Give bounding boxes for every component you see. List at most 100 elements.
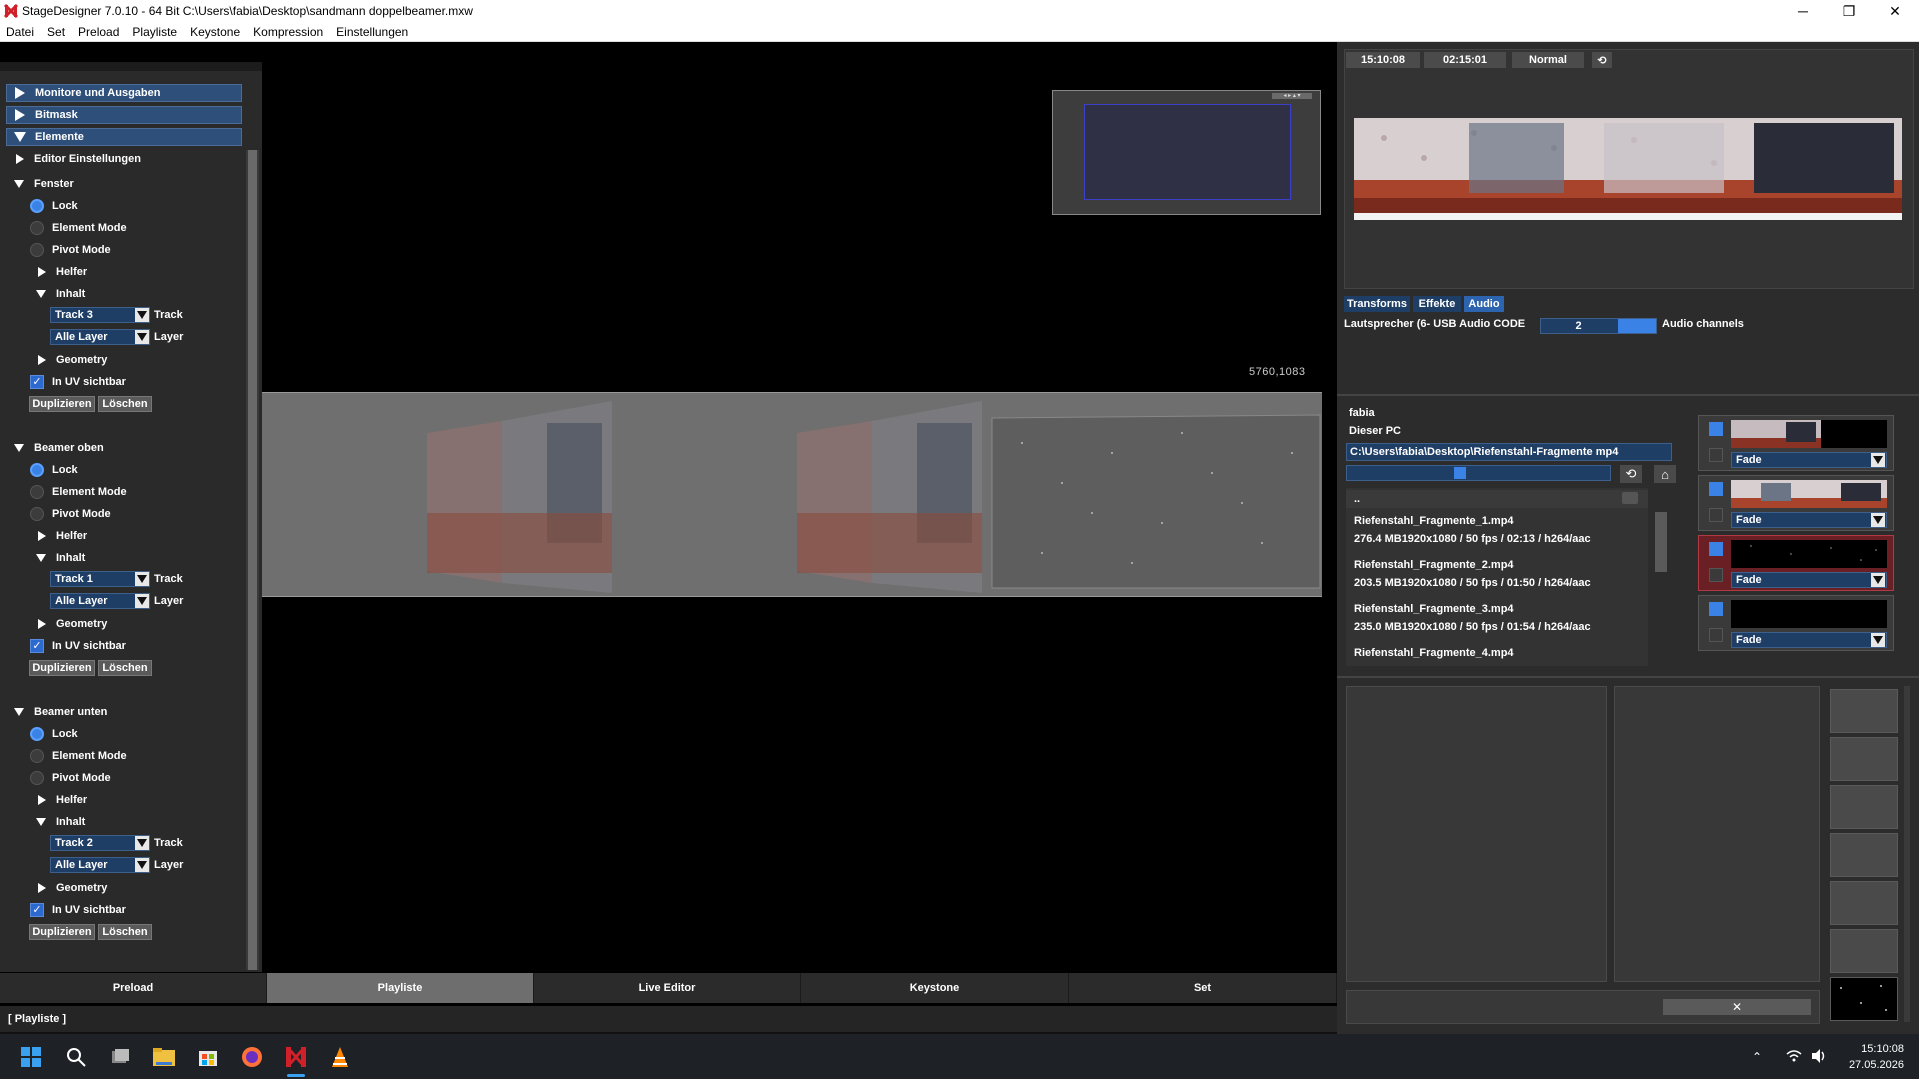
viewport-minimap[interactable]: ◂ ▸ ▴ ▾ <box>1052 90 1321 215</box>
layer-select[interactable]: Alle Layer <box>50 593 150 609</box>
slot-loop-checkbox[interactable] <box>1709 628 1723 642</box>
cue-button[interactable] <box>1830 737 1898 781</box>
clip-slot-selected[interactable]: Fade <box>1698 535 1894 591</box>
menu-kompression[interactable]: Kompression <box>253 25 323 39</box>
lock-radio[interactable]: Lock <box>30 725 78 743</box>
slot-active-checkbox[interactable] <box>1709 422 1723 436</box>
slot-loop-checkbox[interactable] <box>1709 568 1723 582</box>
vlc-icon[interactable] <box>327 1044 353 1070</box>
store-icon[interactable] <box>195 1044 221 1070</box>
helfer-toggle[interactable]: Helfer <box>36 527 87 545</box>
tab-live-editor[interactable]: Live Editor <box>534 973 801 1003</box>
delete-button[interactable]: Löschen <box>98 660 152 676</box>
menu-playliste[interactable]: Playliste <box>132 25 177 39</box>
clear-button[interactable]: ✕ <box>1663 999 1811 1015</box>
list-item[interactable]: Riefenstahl_Fragmente_3.mp4 235.0 MB1920… <box>1346 601 1648 643</box>
layer-select[interactable]: Alle Layer <box>50 857 150 873</box>
home-icon[interactable]: ⌂ <box>1654 465 1676 483</box>
pivot-mode-radio[interactable]: Pivot Mode <box>30 505 111 523</box>
inhalt-toggle[interactable]: Inhalt <box>36 813 85 831</box>
group-fenster-header[interactable]: Fenster <box>12 175 74 193</box>
section-monitore[interactable]: Monitore und Ausgaben <box>6 84 242 102</box>
minimap-controls[interactable]: ◂ ▸ ▴ ▾ <box>1272 93 1312 99</box>
cue-button[interactable] <box>1830 929 1898 973</box>
stagedesigner-icon[interactable] <box>283 1044 309 1070</box>
transition-select[interactable]: Fade <box>1731 632 1887 648</box>
task-view-icon[interactable] <box>107 1044 133 1070</box>
section-elemente[interactable]: Elemente <box>6 128 242 146</box>
fb-path-field[interactable]: C:\Users\fabia\Desktop\Riefenstahl-Fragm… <box>1346 443 1672 461</box>
editor-settings-toggle[interactable]: Editor Einstellungen <box>12 150 141 168</box>
list-item[interactable]: Riefenstahl_Fragmente_2.mp4 203.5 MB1920… <box>1346 557 1648 599</box>
firefox-icon[interactable] <box>239 1044 265 1070</box>
geometry-toggle[interactable]: Geometry <box>36 879 107 897</box>
lower-right-scrollbar[interactable] <box>1904 686 1910 1022</box>
lock-radio[interactable]: Lock <box>30 461 78 479</box>
pivot-mode-radio[interactable]: Pivot Mode <box>30 769 111 787</box>
list-item[interactable]: Riefenstahl_Fragmente_4.mp4 <box>1346 645 1648 665</box>
clip-slot[interactable]: Fade <box>1698 415 1894 471</box>
menu-set[interactable]: Set <box>47 25 65 39</box>
tab-transforms[interactable]: Transforms <box>1344 296 1410 312</box>
geometry-toggle[interactable]: Geometry <box>36 351 107 369</box>
transition-select[interactable]: Fade <box>1731 452 1887 468</box>
tab-effekte[interactable]: Effekte <box>1413 296 1461 312</box>
fb-zoom-slider[interactable] <box>1346 465 1611 481</box>
element-mode-radio[interactable]: Element Mode <box>30 219 127 237</box>
playback-mode[interactable]: Normal <box>1512 52 1584 68</box>
search-icon[interactable] <box>63 1044 89 1070</box>
helfer-toggle[interactable]: Helfer <box>36 263 87 281</box>
track-select[interactable]: Track 1 <box>50 571 150 587</box>
duplicate-button[interactable]: Duplizieren <box>29 660 95 676</box>
element-mode-radio[interactable]: Element Mode <box>30 747 127 765</box>
scrollbar-thumb[interactable] <box>248 150 257 970</box>
helfer-toggle[interactable]: Helfer <box>36 791 87 809</box>
transition-select[interactable]: Fade <box>1731 572 1887 588</box>
file-list-scrollbar[interactable] <box>1655 512 1667 572</box>
section-bitmask[interactable]: Bitmask <box>6 106 242 124</box>
minimap-view-frame[interactable] <box>1084 104 1291 200</box>
duplicate-button[interactable]: Duplizieren <box>29 924 95 940</box>
list-item[interactable]: Riefenstahl_Fragmente_1.mp4 276.4 MB1920… <box>1346 513 1648 555</box>
slot-active-checkbox[interactable] <box>1709 482 1723 496</box>
layer-select[interactable]: Alle Layer <box>50 329 150 345</box>
maximize-button[interactable]: ❐ <box>1826 0 1872 22</box>
parent-folder-row[interactable]: .. <box>1346 490 1648 508</box>
stage-render-band[interactable] <box>262 392 1322 597</box>
close-window-button[interactable]: ✕ <box>1872 0 1918 22</box>
fb-location[interactable]: Dieser PC <box>1349 425 1401 437</box>
tray-chevron-up-icon[interactable]: ⌃ <box>1752 1050 1762 1064</box>
geometry-toggle[interactable]: Geometry <box>36 615 107 633</box>
tab-keystone[interactable]: Keystone <box>801 973 1069 1003</box>
tab-set[interactable]: Set <box>1069 973 1337 1003</box>
left-panel-scrollbar[interactable] <box>246 150 259 970</box>
refresh-icon[interactable]: ⟲ <box>1620 465 1642 483</box>
cue-button[interactable] <box>1830 833 1898 877</box>
slider-knob[interactable] <box>1454 467 1466 479</box>
tab-audio[interactable]: Audio <box>1464 296 1504 312</box>
slot-active-checkbox[interactable] <box>1709 542 1723 556</box>
element-mode-radio[interactable]: Element Mode <box>30 483 127 501</box>
slot-loop-checkbox[interactable] <box>1709 448 1723 462</box>
cue-button[interactable] <box>1830 881 1898 925</box>
lower-panel-middle[interactable] <box>1614 686 1820 982</box>
file-explorer-icon[interactable] <box>151 1044 177 1070</box>
taskbar-clock[interactable]: 15:10:08 27.05.2026 <box>1840 1041 1904 1073</box>
delete-button[interactable]: Löschen <box>98 924 152 940</box>
lower-panel-left[interactable] <box>1346 686 1607 982</box>
group-beamer-unten-header[interactable]: Beamer unten <box>12 703 107 721</box>
minimize-button[interactable]: ─ <box>1780 0 1826 22</box>
menu-keystone[interactable]: Keystone <box>190 25 240 39</box>
audio-channels-input[interactable]: 2 <box>1540 318 1657 334</box>
pivot-mode-radio[interactable]: Pivot Mode <box>30 241 111 259</box>
inhalt-toggle[interactable]: Inhalt <box>36 549 85 567</box>
inhalt-toggle[interactable]: Inhalt <box>36 285 85 303</box>
wifi-icon[interactable] <box>1786 1049 1802 1066</box>
slot-active-checkbox[interactable] <box>1709 602 1723 616</box>
cue-button[interactable] <box>1830 785 1898 829</box>
delete-button[interactable]: Löschen <box>98 396 152 412</box>
menu-datei[interactable]: Datei <box>6 25 34 39</box>
lock-radio[interactable]: Lock <box>30 197 78 215</box>
tab-preload[interactable]: Preload <box>0 973 267 1003</box>
menu-preload[interactable]: Preload <box>78 25 119 39</box>
